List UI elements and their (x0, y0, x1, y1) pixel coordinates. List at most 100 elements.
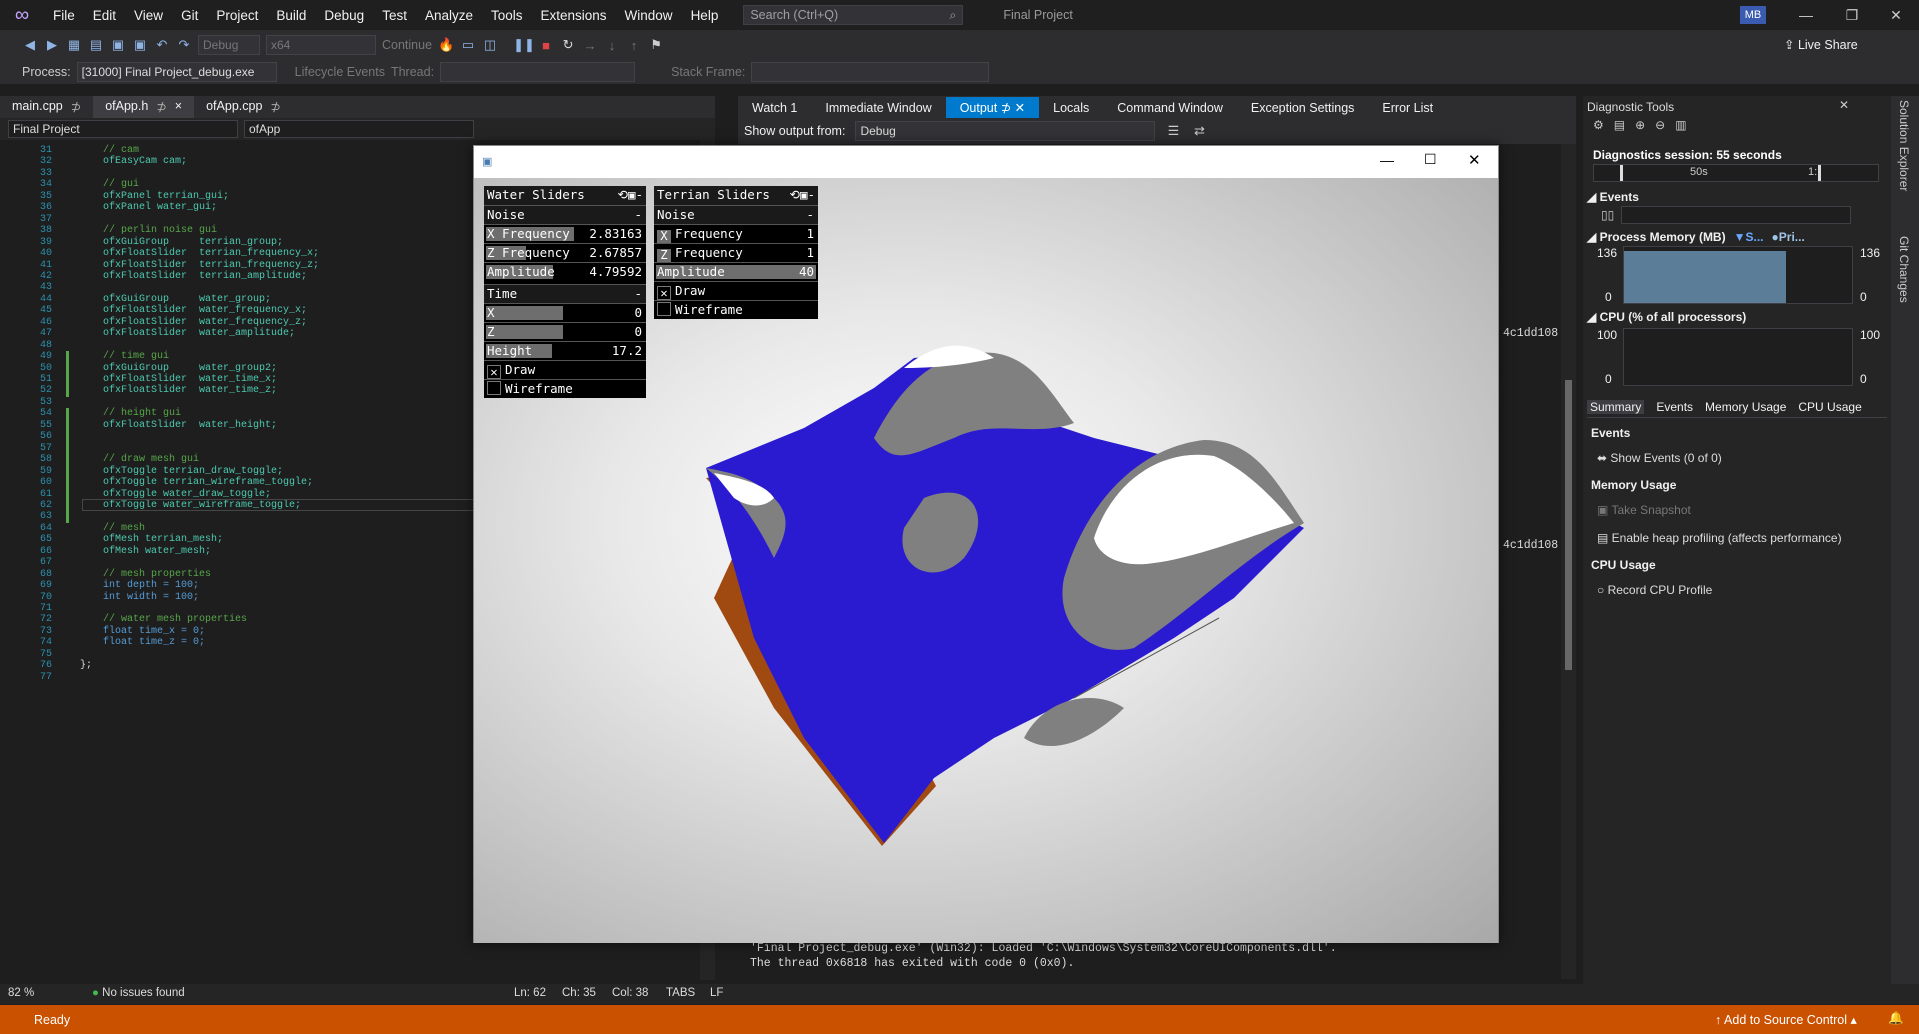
bookmark-icon[interactable]: ⚑ (648, 37, 664, 53)
undo-icon[interactable]: ↶ (154, 37, 170, 53)
pin-icon[interactable]: ⊅ (270, 99, 280, 115)
menu-project[interactable]: Project (207, 8, 267, 23)
tab-ofapp-h[interactable]: ofApp.h ⊅ × (93, 96, 195, 118)
tab-ofapp-cpp[interactable]: ofApp.cpp ⊅ (194, 96, 293, 118)
back-icon[interactable]: ◀ (22, 37, 38, 53)
zoom-out-icon[interactable]: ⊖ (1655, 118, 1665, 132)
screenshot-icon[interactable]: ◫ (482, 37, 498, 53)
menu-view[interactable]: View (125, 8, 172, 23)
menu-analyze[interactable]: Analyze (416, 8, 482, 23)
menu-window[interactable]: Window (616, 8, 682, 23)
maximize-button[interactable]: ❐ (1829, 0, 1875, 30)
notification-icon[interactable]: 🔔 (1888, 1011, 1904, 1026)
tab-error-list[interactable]: Error List (1368, 98, 1447, 118)
water-time-z-slider[interactable]: Z0 (484, 322, 646, 341)
group-noise[interactable]: Noise - (484, 205, 646, 224)
tab-locals[interactable]: Locals (1039, 98, 1103, 118)
zoom-in-icon[interactable]: ⊕ (1635, 118, 1645, 132)
pause-icon[interactable]: ❚❚ (513, 37, 535, 53)
pause-events-icon[interactable]: ▯▯ (1601, 208, 1614, 222)
stop-icon[interactable]: ■ (538, 37, 554, 53)
timeline-start-marker[interactable] (1620, 165, 1623, 181)
panel-icons[interactable]: ⟲▣- (789, 187, 815, 204)
continue-button[interactable]: Continue (382, 38, 432, 52)
app-minimize-button[interactable]: — (1380, 152, 1394, 168)
step-into-icon[interactable]: ↓ (604, 37, 620, 53)
add-source-control-button[interactable]: ↑ Add to Source Control ▴ (1715, 1012, 1857, 1027)
water-time-x-slider[interactable]: X0 (484, 303, 646, 322)
save-all-icon[interactable]: ▣ (132, 37, 148, 53)
panel-icons[interactable]: ⟲▣- (617, 187, 643, 204)
redo-icon[interactable]: ↷ (176, 37, 192, 53)
events-header[interactable]: ◢ Events (1587, 190, 1639, 204)
heap-profiling-button[interactable]: ▤ Enable heap profiling (affects perform… (1597, 531, 1842, 545)
folder-icon[interactable]: ▭ (460, 37, 476, 53)
gear-icon[interactable]: ⚙ (1593, 118, 1604, 132)
render-view[interactable]: Water Sliders ⟲▣- Noise - X Frequency 2.831… (474, 178, 1498, 943)
new-project-icon[interactable]: ▦ (66, 37, 82, 53)
class-dropdown[interactable]: ofApp (244, 120, 474, 138)
terrain-wireframe-toggle[interactable]: Wireframe (654, 300, 818, 319)
word-wrap-icon[interactable]: ⇄ (1191, 123, 1207, 139)
water-height-slider[interactable]: Height 17.2 (484, 341, 646, 360)
water-x-frequency-slider[interactable]: X Frequency 2.83163 (484, 224, 646, 243)
terrain-draw-toggle[interactable]: ✕ Draw (654, 281, 818, 300)
tab-events[interactable]: Events (1656, 400, 1693, 414)
pin-icon[interactable]: ⊅ (156, 99, 166, 115)
search-input[interactable]: Search (Ctrl+Q) ⌕ (743, 5, 964, 25)
forward-icon[interactable]: ▶ (44, 37, 60, 53)
menu-help[interactable]: Help (682, 8, 728, 23)
app-maximize-button[interactable]: ☐ (1424, 151, 1437, 168)
platform-dropdown[interactable]: x64 (266, 35, 376, 55)
menu-test[interactable]: Test (373, 8, 416, 23)
terrain-amplitude-slider[interactable]: Amplitude 40 (654, 262, 818, 281)
stack-frame-dropdown[interactable] (751, 62, 990, 82)
process-dropdown[interactable]: [31000] Final Project_debug.exe (76, 62, 277, 82)
close-button[interactable]: ✕ (1873, 0, 1919, 30)
live-share-button[interactable]: ⇪ Live Share (1784, 37, 1858, 52)
tab-exception-settings[interactable]: Exception Settings (1237, 98, 1369, 118)
take-snapshot-button[interactable]: ▣ Take Snapshot (1597, 503, 1691, 517)
water-z-frequency-slider[interactable]: Z Frequency 2.67857 (484, 243, 646, 262)
issues-indicator[interactable]: ● No issues found (92, 987, 185, 999)
step-over-icon[interactable]: → (582, 37, 598, 53)
tab-watch-1[interactable]: Watch 1 (738, 98, 811, 118)
menu-file[interactable]: File (44, 8, 84, 23)
restart-icon[interactable]: ↻ (560, 37, 576, 53)
step-out-icon[interactable]: ↑ (626, 37, 642, 53)
water-wireframe-toggle[interactable]: Wireframe (484, 379, 646, 398)
water-amplitude-slider[interactable]: Amplitude 4.79592 (484, 262, 646, 281)
close-icon[interactable]: ⊅ ✕ (997, 101, 1025, 115)
record-cpu-button[interactable]: ○ Record CPU Profile (1597, 583, 1712, 597)
thread-dropdown[interactable] (440, 62, 636, 82)
zoom-level[interactable]: 82 % (8, 987, 34, 999)
menu-git[interactable]: Git (172, 8, 207, 23)
water-draw-toggle[interactable]: ✕ Draw (484, 360, 646, 379)
avatar[interactable]: MB (1740, 6, 1766, 24)
close-icon[interactable]: × (175, 99, 182, 115)
hot-reload-icon[interactable]: 🔥 (438, 37, 454, 53)
app-close-button[interactable]: ✕ (1468, 151, 1481, 169)
configuration-dropdown[interactable]: Debug (198, 35, 260, 55)
tab-cpu-usage[interactable]: CPU Usage (1798, 400, 1861, 414)
git-changes-tab[interactable]: Git Changes (1897, 236, 1911, 303)
tab-memory-usage[interactable]: Memory Usage (1705, 400, 1786, 414)
minimize-button[interactable]: — (1783, 0, 1829, 30)
group-time[interactable]: Time - (484, 284, 646, 303)
output-scrollbar[interactable] (1561, 144, 1576, 979)
terrain-x-frequency-slider[interactable]: X Frequency 1 (654, 224, 818, 244)
menu-edit[interactable]: Edit (84, 8, 125, 23)
menu-extensions[interactable]: Extensions (532, 8, 616, 23)
tab-summary[interactable]: Summary (1587, 400, 1645, 414)
export-icon[interactable]: ▤ (1614, 118, 1625, 132)
project-dropdown[interactable]: Final Project (8, 120, 238, 138)
output-source-dropdown[interactable]: Debug (855, 121, 1156, 141)
group-noise[interactable]: Noise - (654, 205, 818, 224)
lifecycle-events-dropdown[interactable]: Lifecycle Events (295, 65, 385, 79)
menu-debug[interactable]: Debug (315, 8, 373, 23)
chart-icon[interactable]: ▥ (1675, 118, 1686, 132)
open-icon[interactable]: ▤ (88, 37, 104, 53)
tab-main-cpp[interactable]: main.cpp ⊅ (0, 96, 93, 118)
tabs-indicator[interactable]: TABS (666, 987, 695, 999)
timeline-end-marker[interactable] (1818, 165, 1821, 181)
